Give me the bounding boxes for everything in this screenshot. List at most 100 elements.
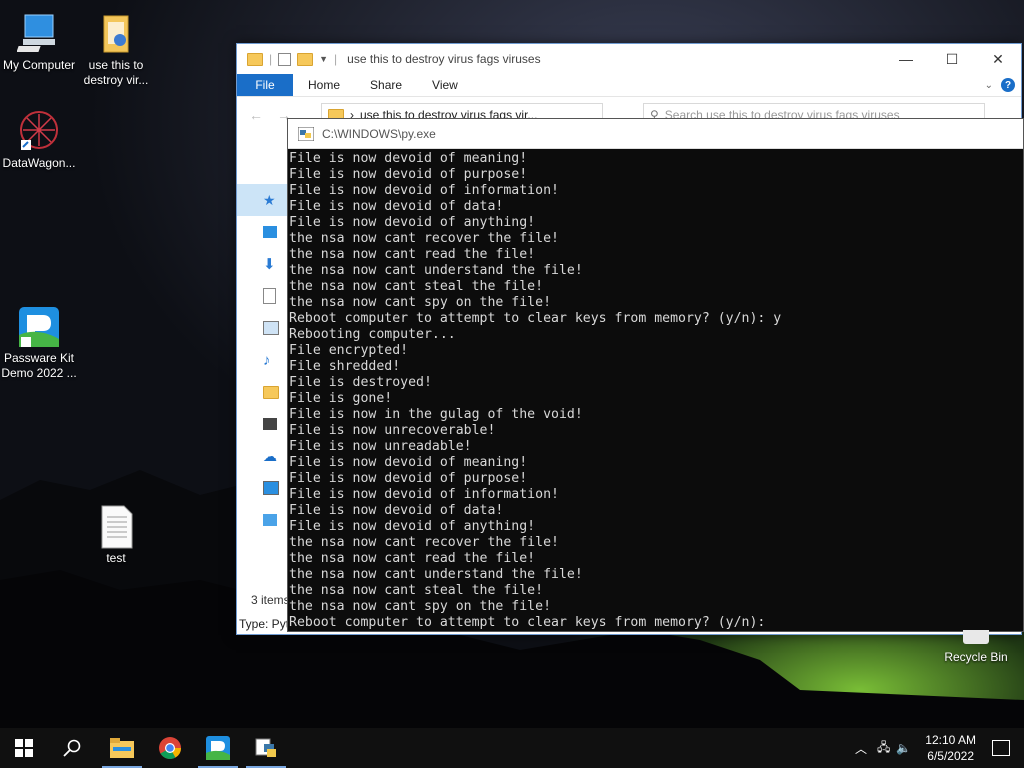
folder-icon bbox=[263, 385, 279, 399]
folder-icon bbox=[247, 52, 263, 66]
notification-icon[interactable] bbox=[992, 740, 1010, 756]
console-line: File is now in the gulag of the void! bbox=[289, 407, 583, 422]
nav-pictures[interactable] bbox=[237, 312, 289, 344]
file-explorer-icon bbox=[110, 738, 134, 758]
video-icon bbox=[263, 418, 277, 430]
console-window[interactable]: C:\WINDOWS\py.exe File is now devoid of … bbox=[287, 118, 1024, 632]
console-line: File is now unrecoverable! bbox=[289, 423, 496, 438]
recycle-bin-label: Recycle Bin bbox=[944, 650, 1008, 664]
console-line: File is now devoid of purpose! bbox=[289, 167, 528, 182]
console-title: C:\WINDOWS\py.exe bbox=[322, 126, 436, 141]
taskbar-file-explorer[interactable] bbox=[98, 728, 146, 768]
download-icon: ⬇ bbox=[263, 256, 276, 273]
desktop-icon-recycle-bin[interactable]: Recycle Bin bbox=[938, 630, 1014, 664]
network-icon[interactable]: 🖧 bbox=[877, 738, 890, 759]
console-line: File is destroyed! bbox=[289, 375, 432, 390]
back-arrow-icon[interactable]: ← bbox=[249, 107, 263, 123]
desktop-icon-test[interactable]: test bbox=[74, 505, 158, 566]
tab-home[interactable]: Home bbox=[293, 78, 355, 92]
separator: | bbox=[334, 52, 338, 66]
status-items: 3 items bbox=[251, 593, 290, 607]
cloud-icon: ☁ bbox=[263, 447, 277, 464]
passware-icon bbox=[17, 305, 61, 349]
clock-time: 12:10 AM bbox=[925, 733, 976, 747]
console-line: File is now devoid of meaning! bbox=[289, 151, 528, 166]
nav-music[interactable]: ♪ bbox=[237, 344, 289, 376]
console-line: the nsa now cant recover the file! bbox=[289, 535, 559, 550]
console-output[interactable]: File is now devoid of meaning! File is no… bbox=[288, 149, 1023, 631]
console-line: File is now unreadable! bbox=[289, 439, 472, 454]
tab-file[interactable]: File bbox=[237, 74, 293, 96]
console-line: the nsa now cant steal the file! bbox=[289, 583, 544, 598]
desktop-icon-datawagon[interactable]: DataWagon... bbox=[0, 110, 81, 171]
minimize-button[interactable]: — bbox=[883, 44, 929, 74]
system-tray: ︿ 🖧 🔈 12:10 AM 6/5/2022 bbox=[855, 728, 1024, 768]
datawagon-icon bbox=[17, 110, 61, 154]
desktop-icon-my-computer[interactable]: My Computer bbox=[0, 12, 81, 73]
taskbar-passware[interactable] bbox=[194, 728, 242, 768]
console-line: Rebooting computer... bbox=[289, 327, 456, 342]
search-button[interactable] bbox=[48, 728, 96, 768]
console-line: File is now devoid of information! bbox=[289, 487, 559, 502]
windows-logo-icon bbox=[15, 739, 33, 757]
taskbar-python[interactable] bbox=[242, 728, 290, 768]
text-file-icon bbox=[94, 505, 138, 549]
console-line: File encrypted! bbox=[289, 343, 409, 358]
recycle-bin-icon bbox=[963, 630, 989, 644]
explorer-title: use this to destroy virus fags viruses bbox=[347, 52, 541, 66]
close-button[interactable]: ✕ bbox=[975, 44, 1021, 74]
chevron-down-icon[interactable]: ⌄ bbox=[985, 80, 993, 91]
console-line: File shredded! bbox=[289, 359, 401, 374]
ribbon-tabs: File Home Share View ⌄ ? bbox=[237, 74, 1021, 97]
desktop-icon-passware[interactable]: Passware Kit Demo 2022 ... bbox=[0, 305, 81, 381]
volume-icon[interactable]: 🔈 bbox=[896, 741, 911, 755]
nav-downloads[interactable]: ⬇ bbox=[237, 248, 289, 280]
maximize-button[interactable]: ☐ bbox=[929, 44, 975, 74]
chevron-up-icon[interactable]: ︿ bbox=[855, 740, 867, 757]
console-line: Reboot computer to attempt to clear keys… bbox=[289, 615, 766, 630]
clock[interactable]: 12:10 AM 6/5/2022 bbox=[925, 732, 976, 764]
console-line: the nsa now cant steal the file! bbox=[289, 279, 544, 294]
clock-date: 6/5/2022 bbox=[927, 749, 974, 763]
nav-documents[interactable] bbox=[237, 280, 289, 312]
help-button[interactable]: ? bbox=[1001, 78, 1015, 92]
star-icon: ★ bbox=[263, 191, 276, 208]
python-console-icon bbox=[298, 126, 314, 141]
python-app-icon bbox=[255, 738, 276, 757]
console-line: File is now devoid of purpose! bbox=[289, 471, 528, 486]
start-button[interactable] bbox=[0, 728, 48, 768]
taskbar-chrome[interactable] bbox=[146, 728, 194, 768]
console-line: the nsa now cant read the file! bbox=[289, 247, 536, 262]
console-line: the nsa now cant understand the file! bbox=[289, 567, 583, 582]
folder-icon bbox=[94, 12, 138, 56]
chrome-icon bbox=[159, 737, 181, 759]
console-line: File is now devoid of anything! bbox=[289, 519, 536, 534]
document-icon bbox=[263, 288, 276, 304]
console-line: the nsa now cant recover the file! bbox=[289, 231, 559, 246]
console-line: File is now devoid of information! bbox=[289, 183, 559, 198]
console-line: the nsa now cant understand the file! bbox=[289, 263, 583, 278]
network-icon bbox=[263, 514, 277, 526]
console-line: Reboot computer to attempt to clear keys… bbox=[289, 311, 782, 326]
new-folder-icon[interactable] bbox=[297, 52, 314, 66]
desktop-icon bbox=[263, 226, 277, 238]
nav-onedrive[interactable]: ☁ bbox=[237, 440, 289, 472]
tab-view[interactable]: View bbox=[417, 78, 473, 92]
taskbar: ︿ 🖧 🔈 12:10 AM 6/5/2022 bbox=[0, 728, 1024, 768]
nav-quick-access[interactable]: ★ bbox=[237, 184, 289, 216]
console-line: the nsa now cant spy on the file! bbox=[289, 599, 552, 614]
nav-desktop[interactable] bbox=[237, 216, 289, 248]
console-titlebar[interactable]: C:\WINDOWS\py.exe bbox=[288, 119, 1023, 149]
properties-icon[interactable] bbox=[278, 52, 292, 66]
tab-share[interactable]: Share bbox=[355, 78, 417, 92]
console-line: File is gone! bbox=[289, 391, 393, 406]
chevron-down-icon[interactable]: ▼ bbox=[319, 54, 328, 64]
explorer-titlebar[interactable]: | ▼ | use this to destroy virus fags vir… bbox=[237, 44, 1021, 74]
console-line: File is now devoid of meaning! bbox=[289, 455, 528, 470]
nav-network[interactable] bbox=[237, 504, 289, 536]
search-icon bbox=[63, 739, 81, 757]
desktop-icon-destroy-script[interactable]: use this to destroy vir... bbox=[74, 12, 158, 88]
nav-this-pc[interactable] bbox=[237, 472, 289, 504]
nav-videos[interactable] bbox=[237, 408, 289, 440]
nav-folder[interactable] bbox=[237, 376, 289, 408]
